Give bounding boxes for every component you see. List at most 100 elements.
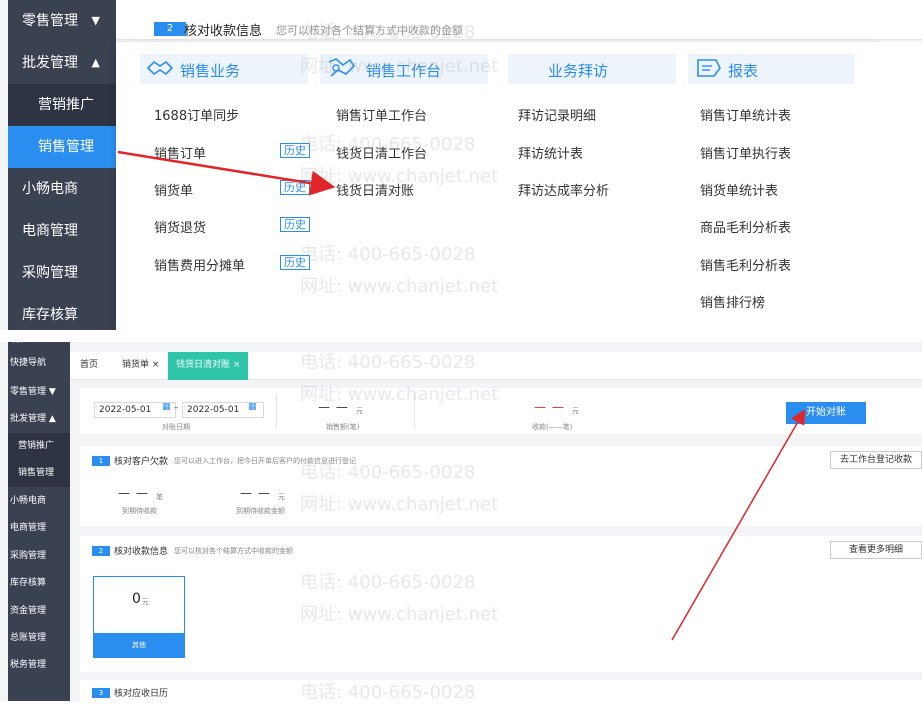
screenshot-divider — [0, 330, 922, 342]
menu-item-1688-order-sync[interactable]: 1688订单同步 — [154, 105, 239, 124]
section-badge: 2 — [92, 546, 110, 556]
sidebar-item-label: 零售管理 — [22, 13, 78, 29]
sidebar-item-label: 销售管理 — [38, 139, 94, 155]
sidebar-item-xiaochang-ecommerce[interactable]: 小畅电商 — [8, 488, 70, 515]
section-description: 您可以核对各个结算方式中收款的金额 — [276, 24, 463, 37]
sidebar-item-sales-management[interactable]: 销售管理 — [8, 460, 70, 487]
menu-item-sales-margin[interactable]: 销售毛利分析表 — [700, 255, 791, 274]
menu-column-title: 业务拜访 — [548, 62, 609, 80]
history-button[interactable]: 历史 — [280, 217, 310, 232]
section-badge: 3 — [92, 688, 110, 698]
section-title: 核对收款信息 — [184, 24, 263, 39]
sidebar-item-purchase[interactable]: 采购管理 — [8, 252, 116, 294]
sidebar-item-quick-nav[interactable]: 快捷导航 — [8, 350, 70, 377]
menu-item-sales-expense-allocation[interactable]: 销售费用分摊单 — [154, 255, 245, 274]
menu-item-sales-return[interactable]: 销货退货 — [154, 217, 206, 236]
bottom-sidebar: 导航 快捷导航 零售管理 ▼ 批发管理 ▲ 营销推广 销售管理 小畅电商 电商管… — [8, 342, 70, 701]
menu-item-visit-statistics[interactable]: 拜访统计表 — [518, 143, 583, 162]
bottom-screenshot-panel: 导航 快捷导航 零售管理 ▼ 批发管理 ▲ 营销推广 销售管理 小畅电商 电商管… — [0, 342, 922, 701]
menu-item-sales-order-execution[interactable]: 销售订单执行表 — [700, 143, 791, 162]
sidebar-item-wholesale[interactable]: 批发管理 ▲ — [8, 406, 70, 433]
tab-bar: 首页 销货单 × 钱货日清对账 × — [70, 352, 922, 380]
menu-item-sales-order-workbench[interactable]: 销售订单工作台 — [336, 105, 427, 124]
sidebar-item-ecommerce[interactable]: 电商管理 — [8, 515, 70, 542]
sidebar-item-label: 营销推广 — [38, 97, 94, 113]
due-receivable-count: — — — [118, 486, 149, 500]
menu-column-title: 销售业务 — [180, 62, 241, 80]
section-title: 核对客户欠款 — [114, 457, 169, 467]
menu-item-sales-order[interactable]: 销售订单 — [154, 143, 206, 162]
due-receivable-amount: — — — [240, 486, 271, 500]
menu-column-header-business-visit: 业务拜访 — [508, 54, 676, 84]
sidebar-item-funds[interactable]: 资金管理 — [8, 598, 70, 625]
menu-item-sales-ranking[interactable]: 销售排行榜 — [700, 292, 765, 311]
menu-column-header-sales-business: 销售业务 — [140, 54, 308, 84]
history-button[interactable]: 历史 — [280, 143, 310, 158]
go-to-workbench-button[interactable]: 去工作台登记收款 — [830, 451, 922, 469]
menu-item-daily-clearing-reconciliation[interactable]: 钱货日清对账 — [336, 180, 414, 199]
chevron-up-icon: ▲ — [91, 56, 100, 69]
sidebar-item-label: 批发管理 — [22, 55, 78, 71]
customer-debt-section: 1 核对客户欠款 您可以进入工作台，把今日开单后客户的付款信息进行登记 去工作台… — [80, 446, 922, 526]
sidebar-item-xiaochang-ecommerce[interactable]: 小畅电商 — [8, 168, 116, 210]
receipts-unit: 元 — [572, 407, 579, 415]
menu-item-delivery-statistics[interactable]: 销货单统计表 — [700, 180, 778, 199]
start-reconciliation-button[interactable]: 开始对账 — [786, 402, 866, 424]
calendar-icon[interactable]: ▦ — [248, 402, 257, 412]
sidebar-item-sales-management[interactable]: 销售管理 — [8, 126, 116, 168]
calendar-icon[interactable]: ▦ — [162, 402, 171, 412]
tab-delivery-note[interactable]: 销货单 × — [122, 352, 159, 380]
date-label: 对账日期 — [162, 423, 190, 431]
menu-column-header-sales-workbench: 销售工作台 — [320, 54, 488, 84]
sidebar-item-inventory[interactable]: 库存核算 — [8, 570, 70, 597]
due-receivable-unit: 笔 — [156, 493, 163, 501]
tile-value: 0 — [132, 591, 141, 607]
workbench-icon — [326, 56, 356, 86]
payment-method-tile[interactable]: 0 元 其他 — [93, 576, 185, 658]
sidebar-item-label: 库存核算 — [22, 307, 78, 323]
tab-home[interactable]: 首页 — [80, 352, 98, 380]
sidebar-item-marketing[interactable]: 营销推广 — [8, 433, 70, 460]
menu-item-product-margin[interactable]: 商品毛利分析表 — [700, 217, 791, 236]
tile-unit: 元 — [142, 598, 149, 606]
menu-column-header-reports: 报表 — [688, 54, 854, 84]
receivable-calendar-section: 3 核对应收日历 — [80, 680, 922, 701]
sidebar-item-ecommerce[interactable]: 电商管理 — [8, 210, 116, 252]
history-button[interactable]: 历史 — [280, 255, 310, 270]
sidebar-item-wholesale[interactable]: 批发管理 ▲ — [8, 42, 116, 84]
history-button[interactable]: 历史 — [280, 180, 310, 195]
menu-column-title: 报表 — [728, 62, 759, 80]
menu-item-visit-achievement[interactable]: 拜访达成率分析 — [518, 180, 609, 199]
divider — [276, 394, 277, 428]
sidebar-item-retail[interactable]: 零售管理 ▼ — [8, 379, 70, 406]
sidebar-item-marketing[interactable]: 营销推广 — [8, 84, 116, 126]
sidebar-item-retail[interactable]: 零售管理 ▼ — [8, 0, 116, 42]
divider — [414, 394, 415, 428]
due-receivable-amount-unit: 元 — [278, 493, 285, 501]
receipts-value: — — — [534, 400, 565, 414]
filter-card: 2022-05-01 ▦ – 2022-05-01 ▦ 对账日期 — — 元 销… — [80, 388, 922, 434]
sidebar-top-label: 导航 — [8, 342, 70, 348]
due-receivable-amount-label: 到期待收款金额 — [236, 507, 285, 515]
menu-item-delivery-note[interactable]: 销货单 — [154, 180, 193, 199]
sidebar-item-tax[interactable]: 税务管理 — [8, 652, 70, 679]
menu-column-title: 销售工作台 — [366, 62, 442, 80]
due-receivable-label: 到期待收款 — [122, 507, 157, 515]
tile-label: 其他 — [94, 633, 184, 657]
menu-item-sales-order-statistics[interactable]: 销售订单统计表 — [700, 105, 791, 124]
sales-amount-label: 销售额(笔) — [326, 423, 360, 431]
report-icon — [694, 56, 722, 86]
sidebar-item-purchase[interactable]: 采购管理 — [8, 543, 70, 570]
menu-item-visit-records[interactable]: 拜访记录明细 — [518, 105, 596, 124]
date-separator: – — [174, 403, 179, 413]
section-description: 您可以进入工作台，把今日开单后客户的付款信息进行登记 — [174, 457, 356, 465]
sidebar-item-inventory[interactable]: 库存核算 — [8, 294, 116, 330]
receipts-label: 收款(——笔) — [532, 423, 573, 431]
view-more-details-button[interactable]: 查看更多明细 — [830, 541, 922, 559]
receipts-info-section: 2 核对收款信息 您可以核对各个结算方式中收款的金额 查看更多明细 0 元 其他 — [80, 536, 922, 672]
section-title: 核对应收日历 — [114, 689, 169, 699]
tab-daily-clearing-reconciliation[interactable]: 钱货日清对账 × — [168, 352, 249, 380]
menu-item-daily-clearing-workbench[interactable]: 钱货日清工作台 — [336, 143, 427, 162]
section-header-strip: 2 核对收款信息 您可以核对各个结算方式中收款的金额 — [116, 0, 922, 40]
sidebar-item-general-ledger[interactable]: 总账管理 — [8, 625, 70, 652]
